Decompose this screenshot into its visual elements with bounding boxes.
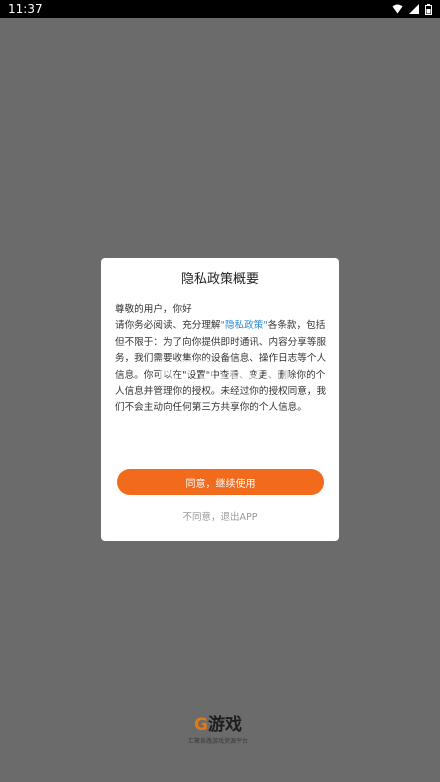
policy-text-after: 各条款，包括但不限于：为了向你提供即时通讯、内容分享等服务，我们需要收集你的设备… <box>115 320 327 414</box>
privacy-dialog: 隐私政策概要 尊敬的用户，你好 请你务必阅读、充分理解"隐私政策"各条款，包括但… <box>101 258 339 541</box>
dialog-title: 隐私政策概要 <box>180 272 259 287</box>
wifi-icon <box>392 4 403 14</box>
status-time: 11:37 <box>8 2 43 16</box>
agree-button[interactable]: 同意，继续使用 <box>117 469 324 495</box>
status-bar: 11:37 <box>0 0 440 18</box>
privacy-policy-link[interactable]: "隐私政策" <box>221 320 268 331</box>
greeting-text: 尊敬的用户，你好 <box>115 304 192 315</box>
signal-icon <box>409 4 419 14</box>
disagree-exit-link[interactable]: 不同意，退出APP <box>101 509 339 523</box>
logo-slogan: 汇聚各路游戏资源平台 <box>188 738 249 745</box>
logo-g-letter: G <box>194 715 208 735</box>
battery-icon <box>425 3 432 15</box>
logo-text: 游戏 <box>207 715 242 735</box>
logo-mark: G游戏 <box>194 710 242 735</box>
dialog-body: 尊敬的用户，你好 请你务必阅读、充分理解"隐私政策"各条款，包括但不限于：为了向… <box>115 302 329 417</box>
status-icons <box>392 3 432 15</box>
policy-text-before: 请你务必阅读、充分理解 <box>115 320 221 332</box>
app-splash-logo: G游戏 汇聚各路游戏资源平台 <box>188 710 248 745</box>
policy-paragraph: 请你务必阅读、充分理解"隐私政策"各条款，包括但不限于：为了向你提供即时通讯、内… <box>115 318 329 416</box>
